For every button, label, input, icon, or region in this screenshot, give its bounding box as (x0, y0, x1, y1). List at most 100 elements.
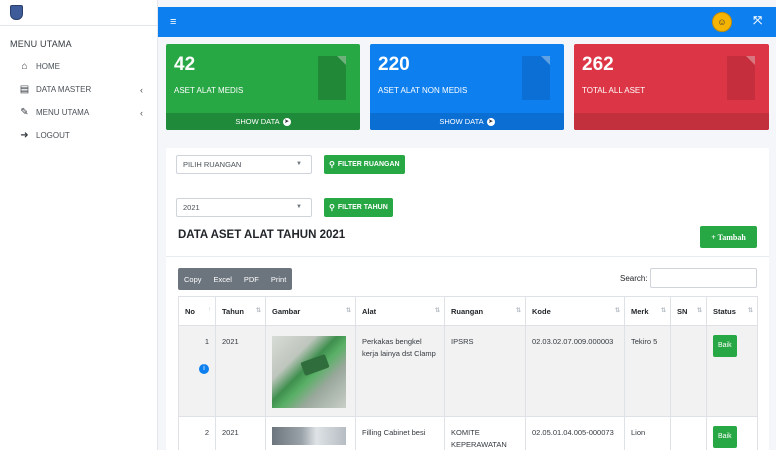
stat-label: ASET ALAT MEDIS (174, 86, 244, 95)
room-select[interactable]: PILIH RUANGAN ▼ (176, 155, 312, 174)
cell-ruangan: KOMITE KEPERAWATAN (444, 416, 526, 450)
footer-label: SHOW DATA (235, 117, 280, 126)
data-card: PILIH RUANGAN ▼ ⚲ FILTER RUANGAN 2021 ▼ … (166, 148, 769, 450)
sidebar-item-menu-utama[interactable]: ✎ MENU UTAMA ‹ (0, 101, 157, 124)
search-icon: ⚲ (329, 203, 335, 212)
cell-tahun: 2021 (215, 325, 266, 417)
column-header-merk[interactable]: Merk ⇅ (624, 296, 671, 326)
stat-label: ASET ALAT NON MEDIS (378, 86, 468, 95)
cell-kode[interactable]: 02.03.02.07.009.000003 (525, 325, 625, 417)
divider (166, 256, 769, 257)
document-icon (318, 56, 346, 100)
cell-gambar (265, 325, 356, 417)
stat-value: 42 (174, 54, 196, 75)
arrow-right-circle-icon: ➤ (282, 117, 291, 126)
year-select[interactable]: 2021 ▼ (176, 198, 312, 217)
column-header-ruangan[interactable]: Ruangan ⇅ (444, 296, 526, 326)
table-header-row: No ↑ Tahun ⇅ Gambar ⇅ Alat ⇅ Ruangan ⇅ Kode ⇅ … (178, 296, 758, 326)
document-icon (727, 56, 755, 100)
table-row: 2 2021 Filling Cabinet besi KOMITE KEPER… (178, 416, 758, 450)
asset-image[interactable] (272, 336, 346, 408)
table-row: 1 i 2021 Perkakas bengkel kerja lainya d… (178, 325, 758, 417)
filter-year-button[interactable]: ⚲ FILTER TAHUN (324, 198, 393, 217)
asset-image[interactable] (272, 427, 346, 445)
database-icon: ▤ (19, 84, 30, 95)
stat-footer (574, 113, 769, 130)
cell-ruangan: IPSRS (444, 325, 526, 417)
logo-icon[interactable] (10, 5, 23, 20)
cell-status: Baik (706, 325, 758, 417)
asset-table: No ↑ Tahun ⇅ Gambar ⇅ Alat ⇅ Ruangan ⇅ Kode ⇅ … (178, 296, 758, 450)
filter-room-button[interactable]: ⚲ FILTER RUANGAN (324, 155, 405, 174)
sidebar-item-home[interactable]: ⌂ HOME (0, 55, 157, 78)
menu-heading: MENU UTAMA (10, 39, 72, 49)
show-data-link[interactable]: SHOW DATA ➤ (166, 113, 360, 130)
edit-icon: ✎ (20, 107, 29, 118)
document-icon (522, 56, 550, 100)
cell-merk: Tekiro 5 (624, 325, 671, 417)
column-header-alat[interactable]: Alat ⇅ (355, 296, 445, 326)
cell-tahun: 2021 (215, 416, 266, 450)
column-header-sn[interactable]: SN ⇅ (670, 296, 707, 326)
pdf-button[interactable]: PDF (238, 268, 265, 290)
sort-icon: ⇅ (345, 308, 351, 314)
cell-merk: Lion (624, 416, 671, 450)
status-badge[interactable]: Baik (713, 335, 737, 357)
sort-icon: ⇅ (614, 308, 620, 314)
stat-box-medis: 42 ASET ALAT MEDIS SHOW DATA ➤ (166, 44, 360, 130)
sort-icon: ⇅ (515, 308, 521, 314)
show-data-link[interactable]: SHOW DATA ➤ (370, 113, 564, 130)
button-label: FILTER RUANGAN (337, 161, 400, 168)
sidebar-item-data-master[interactable]: ▤ DATA MASTER ‹ (0, 78, 157, 101)
column-header-kode[interactable]: Kode ⇅ (525, 296, 625, 326)
cell-kode[interactable]: 02.05.01.04.005-000073 (525, 416, 625, 450)
avatar[interactable]: ☺ (712, 12, 732, 32)
sidebar-item-label: LOGOUT (36, 131, 70, 140)
sort-icon: ⇅ (696, 308, 702, 314)
column-header-status[interactable]: Status ⇅ (706, 296, 758, 326)
cell-alat: Perkakas bengkel kerja lainya dst Clamp (355, 325, 445, 417)
year-select-value: 2021 (183, 203, 200, 212)
sidebar-item-label: MENU UTAMA (36, 108, 90, 117)
sort-asc-icon: ↑ (208, 307, 211, 313)
fullscreen-icon[interactable]: ⤧ (753, 15, 762, 28)
chevron-left-icon: ‹ (140, 107, 143, 118)
cell-no: 1 i (178, 325, 216, 417)
stat-label: TOTAL ALL ASET (582, 86, 646, 95)
chevron-left-icon: ‹ (140, 84, 143, 95)
chevron-down-icon: ▼ (296, 161, 302, 167)
sort-icon: ⇅ (434, 308, 440, 314)
column-header-gambar[interactable]: Gambar ⇅ (265, 296, 356, 326)
column-header-no[interactable]: No ↑ (178, 296, 216, 326)
print-button[interactable]: Print (265, 268, 292, 290)
footer-label: SHOW DATA (439, 117, 484, 126)
copy-button[interactable]: Copy (178, 268, 208, 290)
cell-status: Baik (706, 416, 758, 450)
sidebar-item-label: HOME (36, 62, 60, 71)
search-input[interactable] (650, 268, 757, 288)
expand-row-icon[interactable]: i (199, 364, 209, 374)
status-badge[interactable]: Baik (713, 426, 737, 448)
home-icon: ⌂ (21, 61, 28, 72)
search-icon: ⚲ (329, 160, 335, 169)
add-button[interactable]: + Tambah (700, 226, 757, 248)
excel-button[interactable]: Excel (208, 268, 238, 290)
sort-icon: ⇅ (660, 308, 666, 314)
page-title: DATA ASET ALAT TAHUN 2021 (178, 229, 346, 241)
sidebar-item-logout[interactable]: ➜ LOGOUT (0, 124, 157, 147)
stat-box-total: 262 TOTAL ALL ASET (574, 44, 769, 130)
column-header-tahun[interactable]: Tahun ⇅ (215, 296, 266, 326)
menu-toggle-icon[interactable]: ≡ (170, 16, 176, 28)
cell-sn (670, 416, 707, 450)
chevron-down-icon: ▼ (296, 204, 302, 210)
topbar: ≡ ☺ ⤧ (158, 7, 776, 37)
sort-icon: ⇅ (747, 308, 753, 314)
sort-icon: ⇅ (255, 308, 261, 314)
stat-value: 220 (378, 54, 410, 75)
cell-alat: Filling Cabinet besi (355, 416, 445, 450)
search-label: Search: (620, 274, 648, 283)
stat-value: 262 (582, 54, 614, 75)
room-select-value: PILIH RUANGAN (183, 160, 242, 169)
cell-sn (670, 325, 707, 417)
stat-box-non-medis: 220 ASET ALAT NON MEDIS SHOW DATA ➤ (370, 44, 564, 130)
